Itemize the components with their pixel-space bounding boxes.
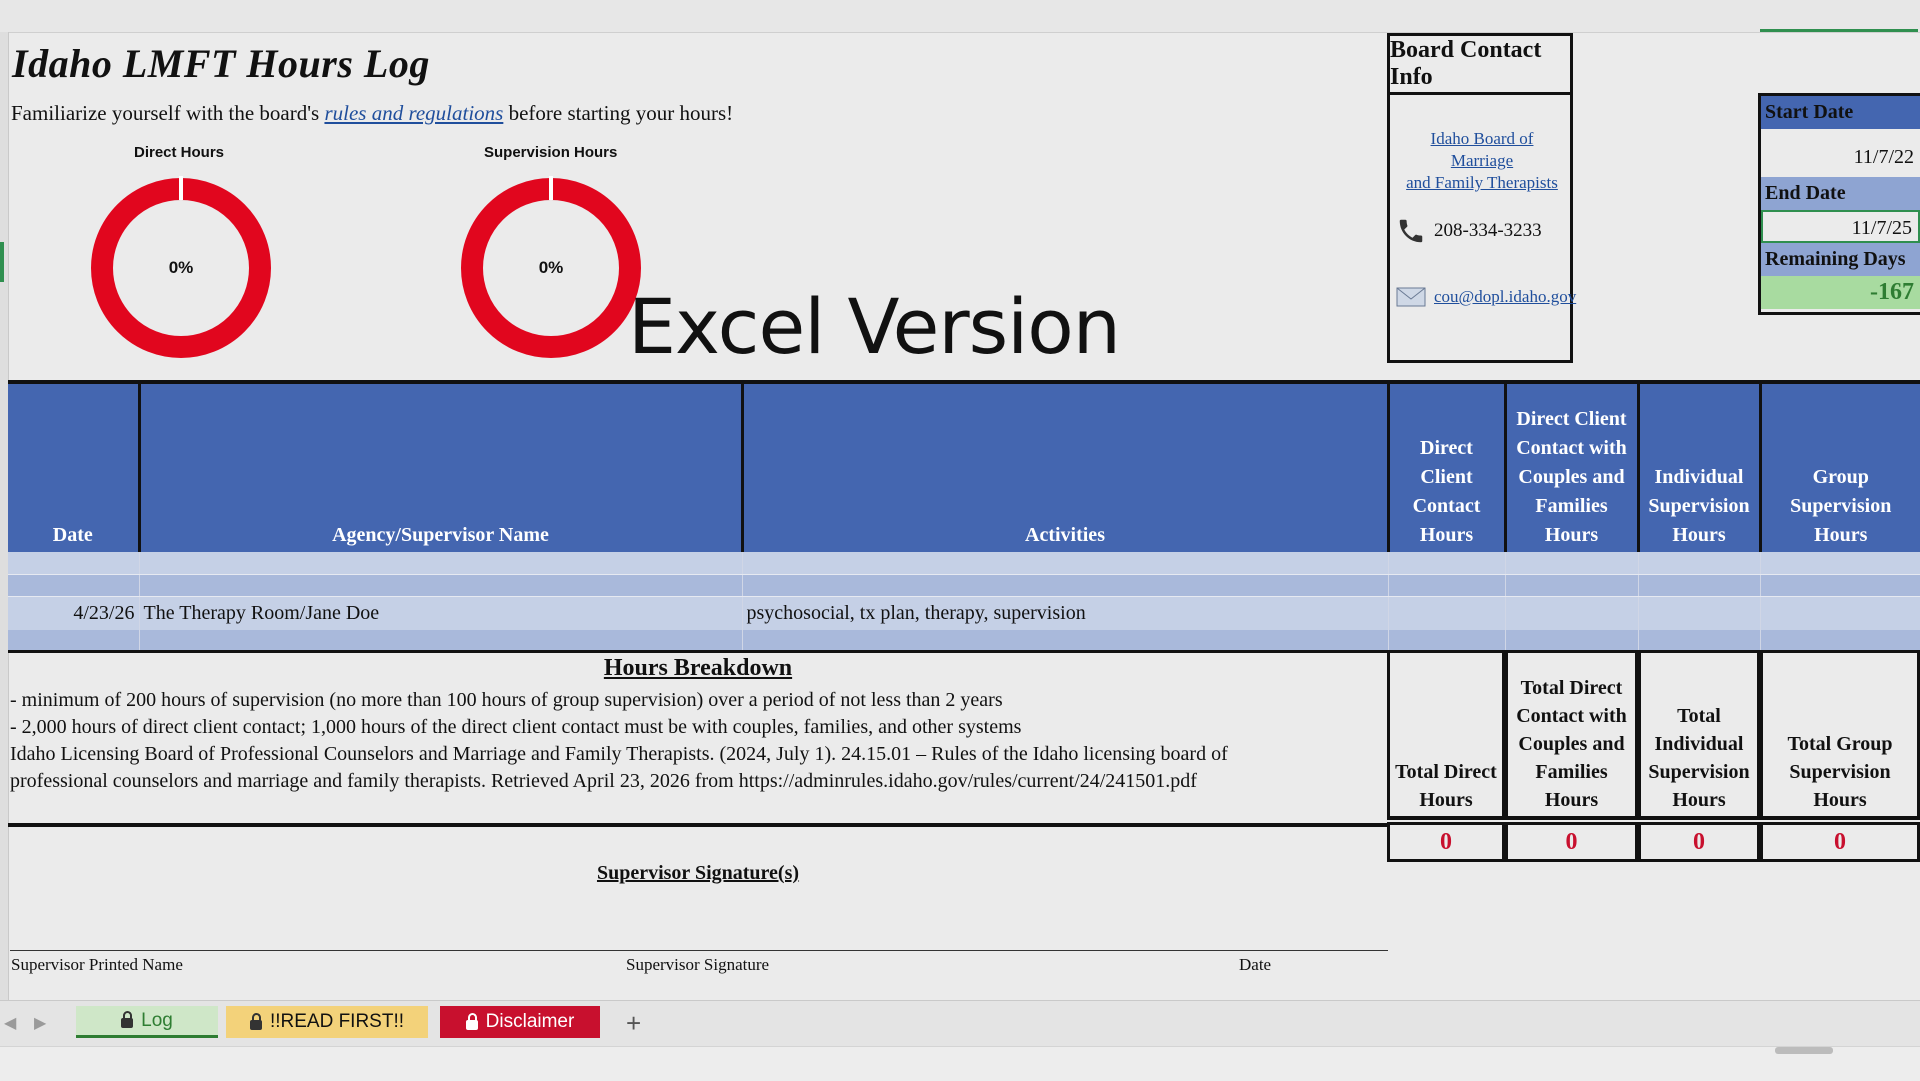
entry-individual-supervision[interactable] [1638, 596, 1761, 630]
total-couples-value: 0 [1505, 822, 1638, 862]
breakdown-line: - minimum of 200 hours of supervision (n… [10, 689, 1003, 711]
total-individual-label: Total Individual Supervision Hours [1638, 650, 1760, 820]
entry-direct-client[interactable] [1388, 596, 1506, 630]
tab-disclaimer-label: Disclaimer [485, 1011, 575, 1032]
col-header-direct-couples[interactable]: Direct Client Contact with Couples and F… [1505, 382, 1640, 552]
supervision-hours-chart-label: Supervision Hours [484, 144, 618, 161]
supervisor-signature-heading: Supervisor Signature(s) [596, 862, 800, 884]
total-direct-label: Total Direct Hours [1387, 650, 1505, 820]
remaining-days-value: -167 [1761, 276, 1920, 309]
board-email[interactable]: cou@dopl.idaho.gov [1396, 286, 1576, 308]
end-date-value[interactable]: 11/7/25 [1761, 210, 1920, 243]
col-header-direct-client[interactable]: Direct Client Contact Hours [1388, 382, 1507, 552]
breakdown-line: - 2,000 hours of direct client contact; … [10, 716, 1022, 738]
selected-column-indicator [1760, 29, 1918, 32]
printed-name-label: Supervisor Printed Name [11, 955, 183, 974]
subtitle: Familiarize yourself with the board's ru… [11, 101, 733, 126]
lock-icon [465, 1012, 478, 1030]
direct-hours-chart-label: Direct Hours [134, 144, 225, 161]
total-group-label: Total Group Supervision Hours [1760, 650, 1920, 820]
status-bar [0, 1046, 1920, 1081]
tab-log[interactable]: Log [76, 1006, 218, 1038]
hours-breakdown-box: Hours Breakdown - minimum of 200 hours o… [8, 650, 1388, 827]
selected-row-indicator [0, 242, 4, 282]
table-row[interactable] [8, 574, 1920, 597]
total-direct-value: 0 [1387, 822, 1505, 862]
col-header-activities[interactable]: Activities [742, 382, 1390, 552]
subtitle-suffix: before starting your hours! [503, 101, 734, 125]
sheet-title: Idaho LMFT Hours Log [12, 41, 430, 86]
direct-hours-percent: 0% [168, 258, 194, 277]
table-row[interactable] [8, 630, 1920, 653]
total-couples-label: Total Direct Contact with Couples and Fa… [1505, 650, 1638, 820]
entry-date[interactable]: 4/23/26 [8, 596, 140, 630]
dates-panel: Start Date 11/7/22 End Date 11/7/25 Rema… [1758, 93, 1920, 315]
table-header-row: Date Agency/Supervisor Name Activities D… [8, 382, 1920, 552]
horizontal-scrollbar[interactable] [1775, 1047, 1833, 1054]
board-website-link[interactable]: Idaho Board of Marriage and Family Thera… [1402, 128, 1562, 194]
excel-version-overlay: Excel Version [628, 282, 1121, 371]
table-row[interactable] [8, 552, 1920, 575]
col-header-individual-supervision[interactable]: Individual Supervision Hours [1638, 382, 1762, 552]
entry-direct-couples[interactable] [1505, 596, 1639, 630]
board-contact-box: Board Contact Info Idaho Board of Marria… [1387, 33, 1576, 363]
tab-log-label: Log [141, 1009, 173, 1031]
col-header-agency[interactable]: Agency/Supervisor Name [139, 382, 744, 552]
hours-log-table: Date Agency/Supervisor Name Activities D… [8, 380, 1920, 653]
total-group-value: 0 [1760, 822, 1920, 862]
col-header-date[interactable]: Date [8, 382, 141, 552]
add-sheet-button[interactable]: + [618, 1007, 649, 1039]
lock-icon [121, 1011, 134, 1028]
entry-activities[interactable]: psychosocial, tx plan, therapy, supervis… [742, 596, 1389, 630]
formula-bar-strip [0, 0, 1920, 33]
email-icon [1396, 287, 1426, 307]
total-individual-value: 0 [1638, 822, 1760, 862]
board-contact-header: Board Contact Info [1390, 36, 1570, 95]
remaining-days-label: Remaining Days [1761, 243, 1920, 276]
signature-label: Supervisor Signature [626, 955, 770, 974]
donut-start-marker [549, 176, 553, 200]
board-email-address[interactable]: cou@dopl.idaho.gov [1434, 287, 1576, 307]
table-row[interactable]: 4/23/26 The Therapy Room/Jane Doe psycho… [8, 596, 1920, 630]
signature-line [10, 950, 1388, 951]
phone-icon [1399, 219, 1423, 243]
board-phone-number: 208-334-3233 [1434, 220, 1542, 241]
supervision-hours-percent: 0% [538, 258, 564, 277]
start-date-value[interactable]: 11/7/22 [1761, 129, 1920, 177]
prev-sheet-icon[interactable]: ◀ [4, 1013, 16, 1033]
spreadsheet-area: Idaho LMFT Hours Log Familiarize yoursel… [0, 0, 1920, 1000]
board-link-line1: Idaho Board of Marriage [1430, 129, 1534, 170]
sheet-tab-bar: ◀ ▶ Log !!READ FIRST!! Disclaimer + [0, 1000, 1920, 1047]
start-date-label: Start Date [1761, 96, 1920, 129]
board-link-line2: and Family Therapists [1406, 173, 1558, 192]
direct-hours-donut: 0% [91, 176, 271, 358]
supervision-hours-donut: 0% [461, 176, 641, 358]
end-date-label: End Date [1761, 177, 1920, 210]
signature-date-label: Date [1239, 955, 1272, 974]
entry-agency[interactable]: The Therapy Room/Jane Doe [139, 596, 743, 630]
col-header-group-supervision[interactable]: Group Supervision Hours [1760, 382, 1920, 552]
tab-read-first[interactable]: !!READ FIRST!! [226, 1006, 428, 1038]
hours-breakdown-text: - minimum of 200 hours of supervision (n… [10, 687, 1228, 795]
entry-group-supervision[interactable] [1760, 596, 1920, 630]
rules-link[interactable]: rules and regulations [324, 101, 503, 125]
tab-read-first-label: !!READ FIRST!! [269, 1011, 405, 1032]
donut-start-marker [179, 176, 183, 200]
subtitle-prefix: Familiarize yourself with the board's [11, 101, 325, 125]
hours-breakdown-heading: Hours Breakdown [603, 655, 793, 681]
breakdown-line: professional counselors and marriage and… [10, 770, 1197, 792]
board-phone: 208-334-3233 [1396, 216, 1542, 246]
lock-icon [249, 1012, 262, 1030]
next-sheet-icon[interactable]: ▶ [34, 1013, 46, 1033]
tab-disclaimer[interactable]: Disclaimer [440, 1006, 600, 1038]
breakdown-line: Idaho Licensing Board of Professional Co… [10, 743, 1228, 765]
